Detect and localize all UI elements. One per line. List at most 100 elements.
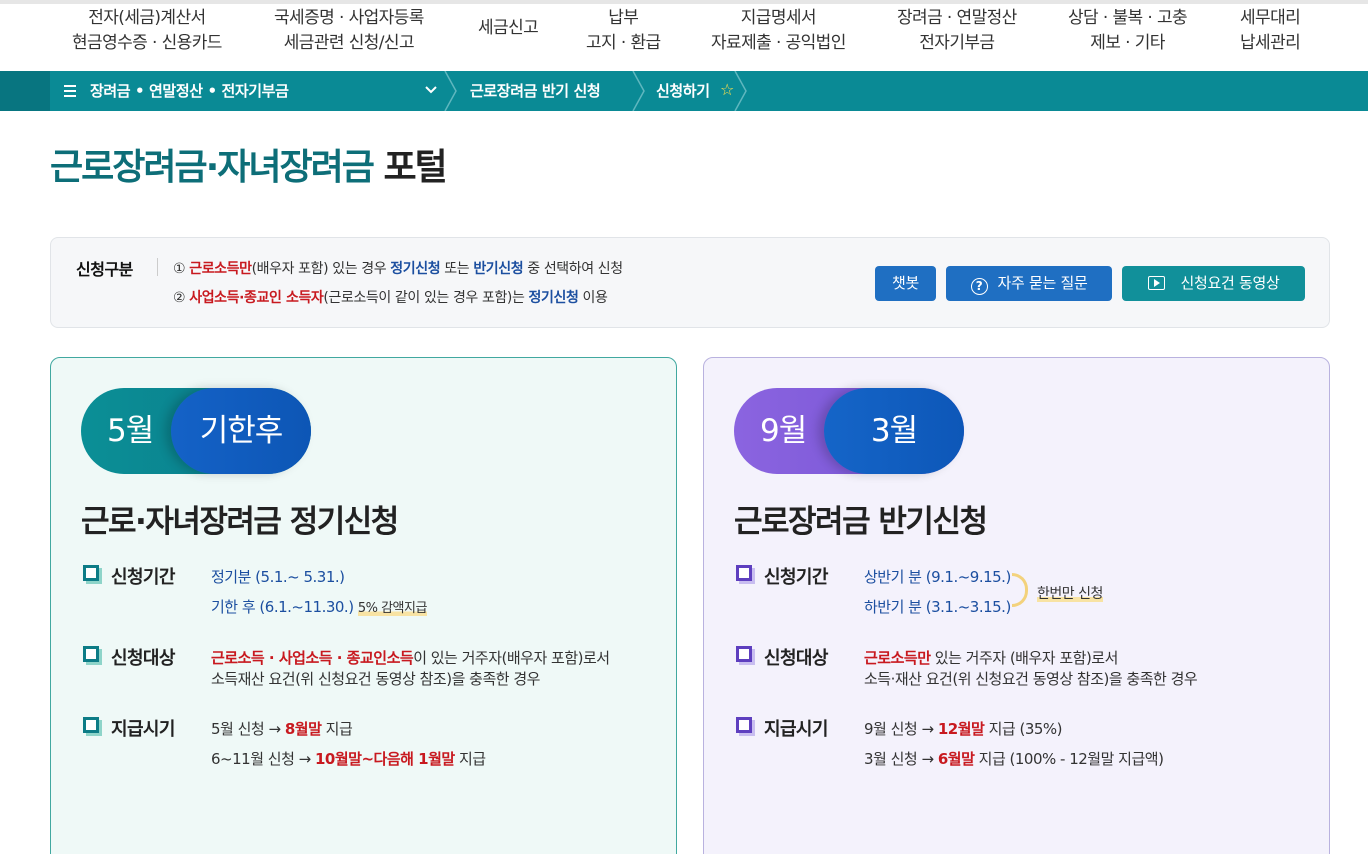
info-text: 또는: [444, 261, 470, 277]
regular-apply-card[interactable]: 5월 기한후 근로·자녀장려금 정기신청 신청기간 정기분 (5.1.~ 5.3…: [50, 357, 677, 854]
pay-text: 5월 신청 →: [211, 720, 281, 738]
nav-item-statement[interactable]: 지급명세서 자료제출 · 공익법인: [711, 6, 846, 56]
info-blue-text: 정기신청: [390, 261, 441, 277]
page-title: 근로장려금·자녀장려금 포털: [50, 138, 448, 190]
pay-label: 지급시기: [111, 719, 175, 740]
nav-item-line2: 세금관련 신청/신고: [283, 33, 415, 53]
faq-button-label: 자주 묻는 질문: [997, 274, 1088, 292]
pill-month-2: 3월: [870, 413, 918, 449]
chatbot-button[interactable]: 챗봇: [875, 266, 936, 301]
nav-item-line1: 세금신고: [478, 18, 539, 38]
pay-red: 12월말: [937, 720, 985, 738]
nav-item-consult[interactable]: 상담 · 불복 · 고충 제보 · 기타: [1068, 6, 1188, 56]
nav-item-line1: 국세증명 · 사업자등록: [274, 8, 424, 28]
nav-item-line2: 제보 · 기타: [1090, 33, 1165, 53]
breadcrumb-item-half-apply[interactable]: 근로장려금 반기 신청: [470, 71, 601, 111]
nav-item-certificate[interactable]: 국세증명 · 사업자등록 세금관련 신청/신고: [274, 6, 424, 56]
checkbox-square-icon: [736, 717, 755, 736]
info-blue-text: 반기신청: [473, 261, 524, 277]
info-num: ②: [173, 290, 186, 306]
breadcrumb-menu[interactable]: 장려금 • 연말정산 • 전자기부금: [90, 71, 289, 111]
nav-item-line1: 납부: [608, 8, 639, 28]
pay-text: 9월 신청 →: [864, 720, 934, 738]
target-line-2: 소득·재산 요건(위 신청요건 동영상 참조)을 충족한 경우: [864, 670, 1198, 688]
checkbox-square-icon: [83, 646, 102, 665]
question-icon: ?: [970, 278, 988, 295]
pay-text: 6~11월 신청 →: [211, 750, 311, 768]
info-text: (배우자 포함) 있는 경우: [251, 261, 387, 277]
period-label: 신청기간: [111, 567, 175, 588]
info-text: 이용: [582, 290, 608, 306]
breadcrumb-separator: [632, 71, 646, 111]
pay-text: 지급 (100% - 12월말 지급액): [978, 750, 1164, 768]
page-title-accent: 근로장려금·자녀장려금: [50, 147, 375, 188]
nav-item-invoice[interactable]: 전자(세금)계산서 현금영수증 · 신용카드: [72, 6, 222, 56]
page-title-rest: 포털: [383, 147, 447, 188]
breadcrumb-separator: [734, 71, 748, 111]
info-num: ①: [173, 261, 186, 277]
nav-item-line1: 전자(세금)계산서: [88, 8, 206, 28]
info-red-text: 근로소득만: [189, 261, 252, 277]
nav-item-incentive[interactable]: 장려금 · 연말정산 전자기부금: [897, 6, 1017, 56]
nav-item-tax-report[interactable]: 세금신고: [478, 16, 539, 41]
info-line-2: ② 사업소득·종교인 소득자(근로소득이 같이 있는 경우 포함)는 정기신청 …: [173, 287, 608, 307]
pay-line-1: 9월 신청 → 12월말 지급 (35%): [864, 718, 1063, 739]
breadcrumb-item-apply[interactable]: 신청하기: [656, 71, 710, 111]
faq-button[interactable]: ? 자주 묻는 질문: [946, 266, 1112, 301]
period-pill: 9월 3월: [734, 388, 964, 474]
period-late-text: 기한 후 (6.1.~11.30.): [211, 598, 354, 616]
pay-red: 6월말: [937, 750, 975, 768]
nav-item-line1: 지급명세서: [740, 8, 817, 28]
period-second-half: 하반기 분 (3.1.~3.15.): [864, 596, 1011, 617]
breadcrumb-separator: [444, 71, 458, 111]
pay-text: 지급: [458, 750, 486, 768]
pay-line-1: 5월 신청 → 8월말 지급: [211, 718, 353, 739]
card-title: 근로·자녀장려금 정기신청: [81, 504, 399, 540]
nav-item-payment[interactable]: 납부 고지 · 환급: [586, 6, 661, 56]
pay-text: 3월 신청 →: [864, 750, 934, 768]
info-text: (근로소득이 같이 있는 경우 포함)는: [323, 290, 525, 306]
pay-red: 8월말: [284, 720, 322, 738]
menu-icon[interactable]: [64, 85, 76, 97]
target-line-1: 근로소득만 있는 거주자 (배우자 포함)로서: [864, 647, 1118, 668]
nav-item-agent[interactable]: 세무대리 납세관리: [1240, 6, 1301, 56]
target-text: 있는 거주자 (배우자 포함)로서: [934, 649, 1119, 667]
divider: [157, 258, 158, 276]
info-line-1: ① 근로소득만(배우자 포함) 있는 경우 정기신청 또는 반기신청 중 선택하…: [173, 258, 623, 278]
pay-text: 지급: [325, 720, 353, 738]
pay-red: 10월말~다음해 1월말: [315, 750, 455, 768]
top-nav: 전자(세금)계산서 현금영수증 · 신용카드 국세증명 · 사업자등록 세금관련…: [0, 0, 1368, 71]
info-blue-text: 정기신청: [528, 290, 579, 306]
target-label: 신청대상: [764, 648, 828, 669]
breadcrumb: 장려금 • 연말정산 • 전자기부금 근로장려금 반기 신청 신청하기 ☆: [0, 71, 1368, 111]
pay-label: 지급시기: [764, 719, 828, 740]
chevron-down-icon[interactable]: [424, 83, 438, 97]
period-note-text: 한번만 신청: [1037, 586, 1103, 602]
nav-item-line2: 전자기부금: [919, 33, 995, 53]
favorite-star-icon[interactable]: ☆: [720, 80, 734, 100]
requirement-video-button[interactable]: 신청요건 동영상: [1122, 266, 1305, 301]
card-title: 근로장려금 반기신청: [734, 504, 988, 540]
nav-item-line1: 상담 · 불복 · 고충: [1068, 8, 1188, 28]
nav-item-line2: 납세관리: [1240, 33, 1301, 53]
breadcrumb-cap: [0, 71, 50, 111]
checkbox-square-icon: [83, 565, 102, 584]
nav-item-line1: 세무대리: [1240, 8, 1301, 28]
nav-item-line2: 고지 · 환급: [586, 33, 661, 53]
pill-month-1: 9월: [760, 413, 807, 449]
pay-text: 지급 (35%): [988, 720, 1063, 738]
period-regular: 정기분 (5.1.~ 5.31.): [211, 566, 345, 587]
half-year-apply-card[interactable]: 9월 3월 근로장려금 반기신청 신청기간 상반기 분 (9.1.~9.15.)…: [703, 357, 1330, 854]
target-red: 근로소득 · 사업소득 · 종교인소득: [211, 649, 414, 667]
nav-item-line2: 자료제출 · 공익법인: [711, 33, 846, 53]
checkbox-square-icon: [736, 565, 755, 584]
apply-type-info: 신청구분 ① 근로소득만(배우자 포함) 있는 경우 정기신청 또는 반기신청 …: [50, 237, 1330, 328]
pay-line-2: 6~11월 신청 → 10월말~다음해 1월말 지급: [211, 748, 486, 769]
nav-item-line2: 현금영수증 · 신용카드: [72, 33, 222, 53]
period-second-half-text: 하반기 분 (3.1.~3.15.): [864, 598, 1011, 616]
period-first-half: 상반기 분 (9.1.~9.15.): [864, 566, 1011, 587]
target-line-2: 소득재산 요건(위 신청요건 동영상 참조)을 충족한 경우: [211, 670, 540, 688]
pill-month: 5월: [107, 413, 154, 449]
target-red: 근로소득만: [864, 649, 931, 667]
info-text: 중 선택하여 신청: [527, 261, 623, 277]
